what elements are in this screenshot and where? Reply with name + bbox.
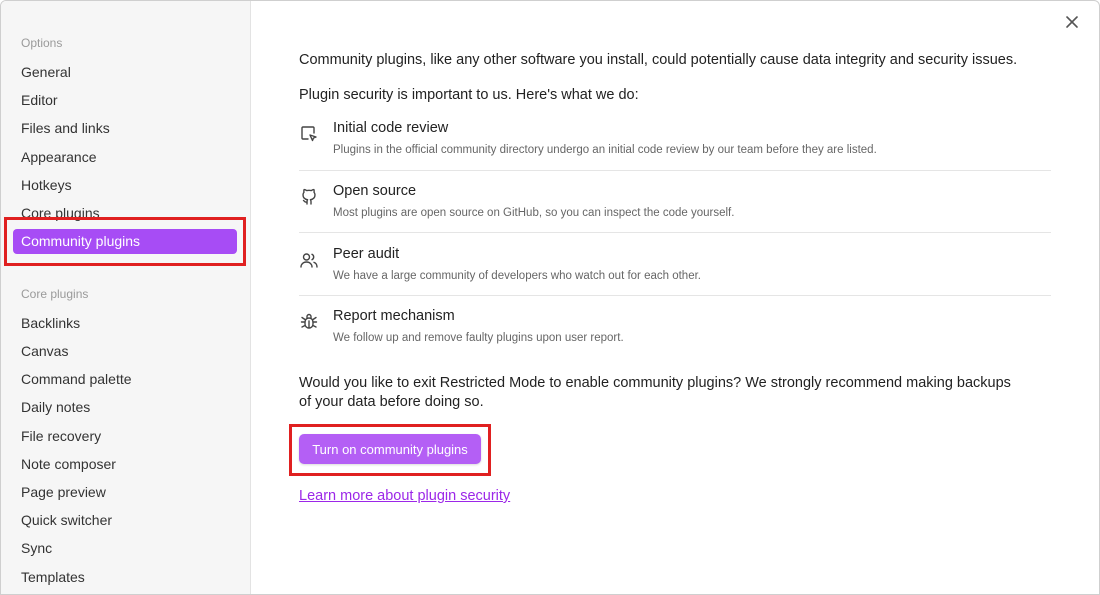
sidebar-item-quick-switcher[interactable]: Quick switcher <box>13 508 237 533</box>
settings-sidebar: Options General Editor Files and links A… <box>1 1 251 594</box>
options-section-title: Options <box>21 36 63 50</box>
close-icon <box>1066 16 1078 28</box>
sidebar-item-appearance[interactable]: Appearance <box>13 145 237 170</box>
restricted-mode-question-line2: of your data before doing so. <box>299 394 484 410</box>
intro-text: Community plugins, like any other softwa… <box>299 52 1018 68</box>
feature-description: Most plugins are open source on GitHub, … <box>333 207 735 219</box>
feature-description: We have a large community of developers … <box>333 270 701 282</box>
sidebar-item-hotkeys[interactable]: Hotkeys <box>13 173 237 198</box>
feature-description: We follow up and remove faulty plugins u… <box>333 332 624 344</box>
feature-divider <box>299 295 1051 296</box>
sidebar-item-files-and-links[interactable]: Files and links <box>13 116 237 141</box>
sidebar-item-editor[interactable]: Editor <box>13 88 237 113</box>
github-icon <box>299 187 319 207</box>
sidebar-item-sync[interactable]: Sync <box>13 536 237 561</box>
sidebar-item-note-composer[interactable]: Note composer <box>13 452 237 477</box>
feature-initial-code-review: Initial code review Plugins in the offic… <box>299 120 1051 182</box>
sidebar-item-canvas[interactable]: Canvas <box>13 339 237 364</box>
settings-window: Options General Editor Files and links A… <box>0 0 1100 595</box>
feature-peer-audit: Peer audit We have a large community of … <box>299 246 1051 308</box>
code-review-icon <box>299 124 319 144</box>
users-icon <box>299 250 319 270</box>
sidebar-item-general[interactable]: General <box>13 60 237 85</box>
restricted-mode-question-line1: Would you like to exit Restricted Mode t… <box>299 375 1011 391</box>
sidebar-item-community-plugins[interactable]: Community plugins <box>13 229 237 254</box>
sidebar-item-page-preview[interactable]: Page preview <box>13 480 237 505</box>
sidebar-item-daily-notes[interactable]: Daily notes <box>13 395 237 420</box>
security-heading: Plugin security is important to us. Here… <box>299 87 639 103</box>
bug-icon <box>299 312 319 332</box>
feature-title: Peer audit <box>333 246 400 262</box>
sidebar-item-backlinks[interactable]: Backlinks <box>13 311 237 336</box>
feature-divider <box>299 232 1051 233</box>
feature-description: Plugins in the official community direct… <box>333 144 877 156</box>
close-button[interactable] <box>1063 13 1081 31</box>
core-plugins-section-title: Core plugins <box>21 287 89 301</box>
feature-divider <box>299 170 1051 171</box>
feature-title: Report mechanism <box>333 308 455 324</box>
sidebar-item-file-recovery[interactable]: File recovery <box>13 424 237 449</box>
feature-open-source: Open source Most plugins are open source… <box>299 183 1051 245</box>
sidebar-item-templates[interactable]: Templates <box>13 565 237 590</box>
feature-report-mechanism: Report mechanism We follow up and remove… <box>299 308 1051 370</box>
learn-more-plugin-security-link[interactable]: Learn more about plugin security <box>299 488 510 504</box>
feature-title: Initial code review <box>333 120 449 136</box>
feature-title: Open source <box>333 183 417 199</box>
turn-on-community-plugins-button[interactable]: Turn on community plugins <box>299 434 481 464</box>
sidebar-item-core-plugins[interactable]: Core plugins <box>13 201 237 226</box>
sidebar-item-command-palette[interactable]: Command palette <box>13 367 237 392</box>
